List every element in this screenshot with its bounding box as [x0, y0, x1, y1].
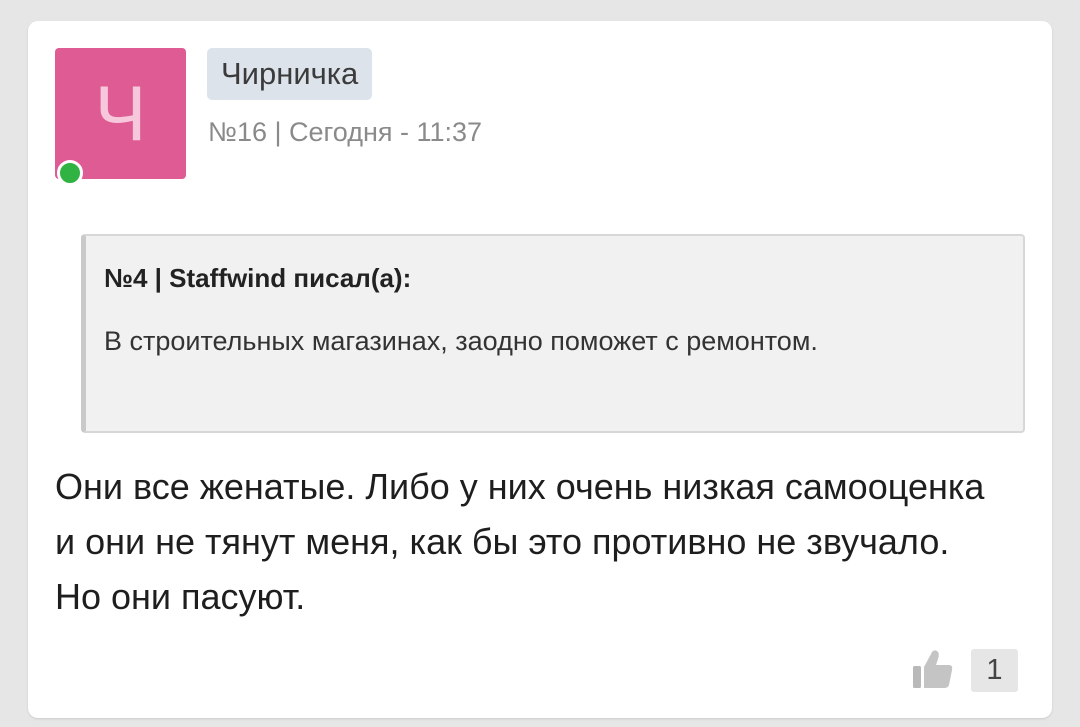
online-status-indicator	[57, 160, 83, 186]
quote-header[interactable]: №4 | Staffwind писал(а):	[104, 261, 411, 295]
avatar[interactable]: Ч	[55, 48, 186, 179]
thumbs-up-icon	[913, 650, 953, 688]
like-button[interactable]	[911, 646, 955, 690]
post-meta: №16 | Сегодня - 11:37	[208, 117, 483, 147]
post-card: Ч Чирничка №16 | Сегодня - 11:37 №4 | St…	[28, 21, 1052, 718]
username-badge[interactable]: Чирничка	[207, 48, 373, 100]
avatar-letter: Ч	[94, 69, 147, 157]
post-body: Они все женатые. Либо у них очень низкая…	[55, 466, 985, 617]
like-count: 1	[971, 649, 1018, 692]
quote-text: В строительных магазинах, заодно поможет…	[104, 326, 818, 356]
quote-block: №4 | Staffwind писал(а): В строительных …	[81, 234, 1025, 433]
